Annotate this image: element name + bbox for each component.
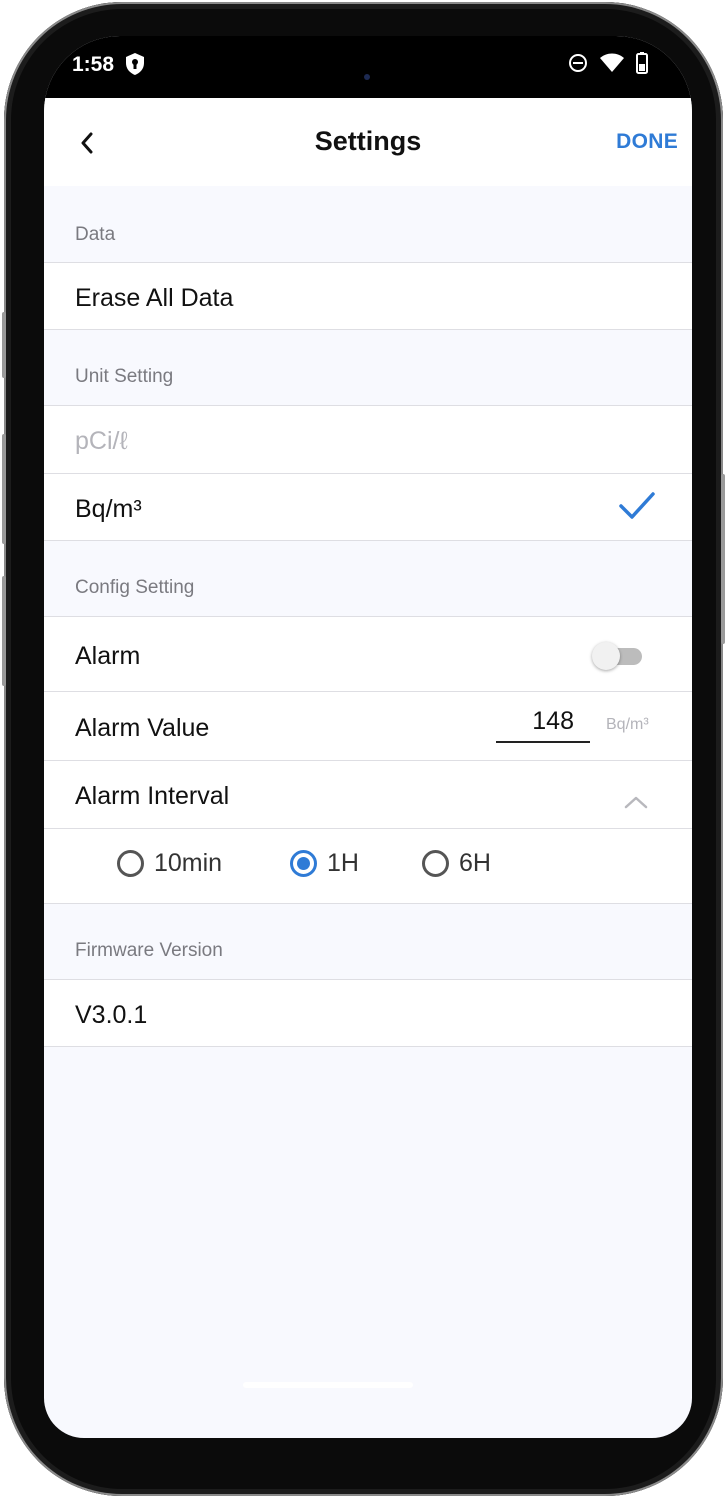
dnd-icon	[568, 53, 588, 79]
firmware-version-row: V3.0.1	[44, 979, 692, 1047]
alarm-unit-label: Bq/m³	[606, 716, 649, 733]
alarm-toggle[interactable]	[592, 641, 642, 670]
alarm-interval-label: Alarm Interval	[75, 782, 230, 810]
alarm-label: Alarm	[75, 642, 141, 670]
phone-frame: 1:58 Settings DONE Data Erase All Data U…	[2, 2, 725, 1496]
radio-label: 10min	[154, 849, 223, 877]
volume-down-button	[2, 576, 6, 686]
check-icon	[619, 492, 655, 527]
battery-icon	[636, 52, 648, 80]
power-button	[721, 474, 725, 644]
interval-radio-10min[interactable]: 10min	[117, 849, 222, 878]
app-screen: 1:58 Settings DONE Data Erase All Data U…	[44, 36, 692, 1438]
alarm-value-row: Alarm Value 148 Bq/m³	[44, 691, 692, 760]
section-header-config: Config Setting	[44, 541, 692, 616]
nav-bar: Settings DONE	[44, 98, 692, 186]
alarm-interval-options: 10min 1H 6H	[44, 828, 692, 904]
alarm-row: Alarm	[44, 616, 692, 691]
radio-circle	[290, 850, 317, 877]
unit-option-pci[interactable]: pCi/ℓ	[44, 405, 692, 473]
alarm-interval-row[interactable]: Alarm Interval	[44, 760, 692, 828]
unit-option-bq[interactable]: Bq/m³	[44, 473, 692, 541]
erase-all-data-label: Erase All Data	[75, 284, 234, 312]
chevron-up-icon[interactable]	[624, 787, 648, 816]
home-indicator[interactable]	[243, 1382, 413, 1388]
interval-radio-6h[interactable]: 6H	[422, 849, 491, 878]
alarm-value-input[interactable]: 148	[496, 707, 590, 743]
done-button[interactable]: DONE	[616, 130, 678, 154]
section-header-unit: Unit Setting	[44, 330, 692, 405]
page-title: Settings	[314, 126, 422, 156]
radio-label: 6H	[459, 849, 491, 877]
section-header-data: Data	[44, 186, 692, 262]
camera-dot	[364, 74, 370, 80]
alarm-value-label: Alarm Value	[75, 714, 210, 742]
status-time: 1:58	[72, 53, 115, 76]
firmware-version-value: V3.0.1	[75, 1001, 148, 1029]
radio-label: 1H	[327, 849, 359, 877]
shield-icon	[125, 52, 145, 82]
interval-radio-1h[interactable]: 1H	[290, 849, 359, 878]
bottom-bezel	[44, 1404, 692, 1444]
wifi-icon	[600, 53, 624, 79]
volume-up-button	[2, 434, 6, 544]
radio-circle	[117, 850, 144, 877]
mute-switch	[2, 312, 6, 378]
toggle-knob	[592, 642, 620, 670]
section-header-firmware: Firmware Version	[44, 904, 692, 979]
unit-option-label: pCi/ℓ	[75, 427, 128, 455]
unit-option-label: Bq/m³	[75, 495, 142, 523]
erase-all-data-row[interactable]: Erase All Data	[44, 262, 692, 330]
radio-circle	[422, 850, 449, 877]
